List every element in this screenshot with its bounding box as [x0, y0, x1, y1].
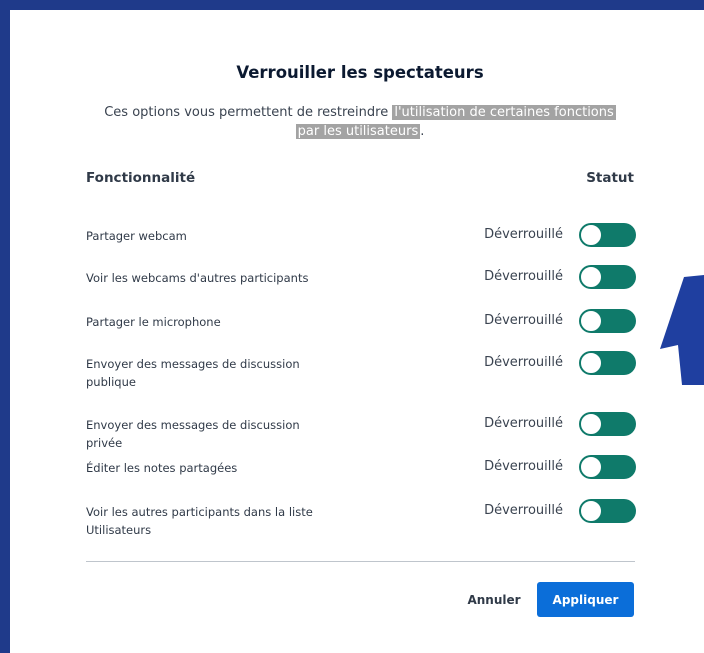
- toggle-knob: [580, 310, 602, 332]
- lock-toggle-public-chat[interactable]: [579, 351, 636, 375]
- row-label: Voir les webcams d'autres participants: [86, 271, 309, 285]
- toggle-knob: [580, 224, 602, 246]
- cancel-button[interactable]: Annuler: [458, 585, 530, 615]
- row-label: Partager webcam: [86, 229, 187, 243]
- row-label: Voir les autres participants dans la lis…: [86, 505, 313, 537]
- row-status: Déverrouillé: [484, 227, 563, 242]
- lock-toggle-share-microphone[interactable]: [579, 309, 636, 333]
- row-label: Envoyer des messages de discussion publi…: [86, 357, 300, 389]
- description-highlight-2: par les utilisateurs: [295, 124, 421, 139]
- lock-toggle-share-webcam[interactable]: [579, 223, 636, 247]
- column-header-status: Statut: [586, 170, 634, 186]
- row-label: Éditer les notes partagées: [86, 461, 238, 475]
- apply-button[interactable]: Appliquer: [537, 582, 634, 617]
- toggle-knob: [580, 413, 602, 435]
- description-highlight-1: l'utilisation de certaines fonctions: [392, 105, 616, 120]
- toggle-knob: [580, 352, 602, 374]
- row-label: Partager le microphone: [86, 315, 221, 329]
- row-status: Déverrouillé: [484, 313, 563, 328]
- toggle-knob: [580, 500, 602, 522]
- lock-toggle-user-list[interactable]: [579, 499, 636, 523]
- lock-toggle-private-chat[interactable]: [579, 412, 636, 436]
- lock-toggle-shared-notes[interactable]: [579, 455, 636, 479]
- description-text: Ces options vous permettent de restreind…: [104, 105, 393, 120]
- row-status: Déverrouillé: [484, 416, 563, 431]
- arrow-pointer-icon: [660, 275, 704, 385]
- column-header-feature: Fonctionnalité: [86, 170, 196, 186]
- modal-title: Verrouiller les spectateurs: [236, 63, 484, 82]
- toggle-knob: [580, 266, 602, 288]
- row-status: Déverrouillé: [484, 269, 563, 284]
- row-status: Déverrouillé: [484, 459, 563, 474]
- footer-divider: [86, 561, 635, 562]
- row-label: Envoyer des messages de discussion privé…: [86, 418, 300, 450]
- toggle-knob: [580, 456, 602, 478]
- row-status: Déverrouillé: [484, 355, 563, 370]
- description-end: .: [420, 124, 425, 139]
- row-status: Déverrouillé: [484, 503, 563, 518]
- lock-toggle-see-webcams[interactable]: [579, 265, 636, 289]
- modal-description: Ces options vous permettent de restreind…: [88, 103, 632, 141]
